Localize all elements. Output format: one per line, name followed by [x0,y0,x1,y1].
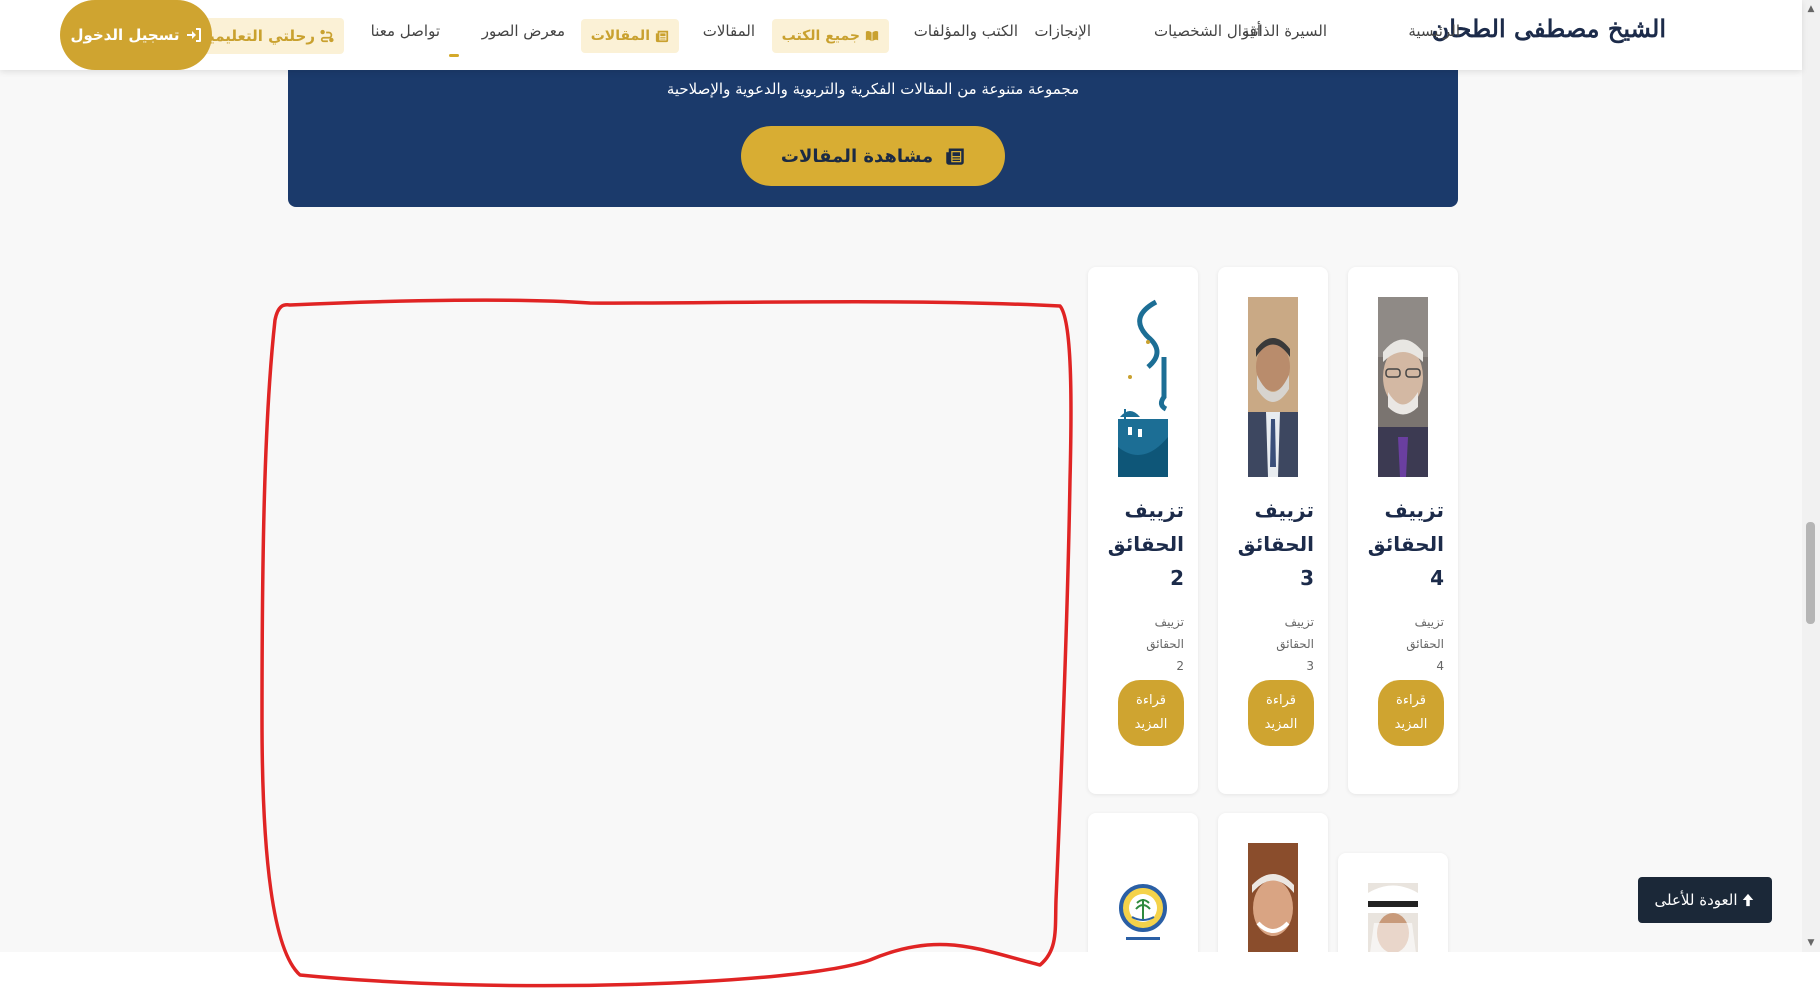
scrollbar-track[interactable] [1802,0,1820,952]
nav-item-achievements[interactable]: الإنجازات [1034,22,1091,40]
read-more-button[interactable]: قراءة المزيد [1248,680,1314,746]
read-more-button[interactable]: قراءة المزيد [1118,680,1184,746]
top-navbar: الشيخ مصطفى الطحان الرئيسية السيرة الذات… [0,0,1802,70]
nav-pill-articles[interactable]: المقالات [580,19,679,53]
scroll-up-arrow-icon[interactable]: ▲ [1804,2,1818,16]
newspaper-icon [655,30,669,43]
article-thumbnail[interactable] [1248,297,1298,477]
article-title[interactable]: تزييف الحقائق 2 [1088,493,1184,595]
read-more-button[interactable]: قراءة المزيد [1378,680,1444,746]
article-thumbnail[interactable] [1118,297,1168,477]
nav-item-books-writings[interactable]: الكتب والمؤلفات [914,22,1018,40]
view-articles-button-label: مشاهدة المقالات [780,145,934,167]
scrollbar-thumb[interactable] [1806,522,1815,624]
arrow-up-icon [1743,893,1754,907]
scroll-down-arrow-icon[interactable]: ▼ [1804,936,1818,950]
article-excerpt: تزييف الحقائق 3 [1276,615,1314,673]
active-nav-indicator [449,54,459,57]
route-icon [320,29,334,43]
article-title[interactable]: تزييف الحقائق 4 [1348,493,1444,595]
open-book-icon [865,31,879,42]
article-excerpt: تزييف الحقائق 2 [1146,615,1184,673]
login-button-label: تسجيل الدخول [70,26,180,44]
article-excerpt: تزييف الحقائق 4 [1406,615,1444,673]
back-to-top-button[interactable]: العودة للأعلى [1638,877,1772,923]
sign-in-icon [186,28,201,42]
nav-pill-articles-label: المقالات [590,28,650,44]
view-articles-button[interactable]: مشاهدة المقالات [741,126,1005,186]
nav-item-gallery[interactable]: معرض الصور [482,22,565,40]
article-card: تزييف الحقائق 2 تزييف الحقائق 2 قراءة ال… [1088,267,1198,794]
site-brand[interactable]: الشيخ مصطفى الطحان [1432,14,1666,43]
newspaper-icon [946,148,964,165]
page-bottom-edge [0,952,1820,995]
back-to-top-label: العودة للأعلى [1654,891,1738,909]
nav-pill-all-books[interactable]: جميع الكتب [771,19,889,53]
hero-subtitle: مجموعة متنوعة من المقالات الفكرية والترب… [666,80,1080,98]
nav-item-quotes[interactable]: أقوال الشخصيات [1154,22,1261,40]
article-card: تزييف الحقائق 3 تزييف الحقائق 3 قراءة ال… [1218,267,1328,794]
article-title[interactable]: تزييف الحقائق 3 [1218,493,1314,595]
login-button[interactable]: تسجيل الدخول [60,0,212,70]
article-card: تزييف الحقائق 4 تزييف الحقائق 4 قراءة ال… [1348,267,1458,794]
nav-pill-learning-journey[interactable]: رحلتي التعليمية [190,18,344,54]
nav-item-contact[interactable]: تواصل معنا [371,22,440,40]
article-thumbnail[interactable] [1378,297,1428,477]
nav-pill-all-books-label: جميع الكتب [781,28,860,44]
nav-item-home[interactable]: الرئيسية [1408,22,1460,40]
nav-item-articles[interactable]: المقالات [703,22,755,40]
articles-hero-banner: مجموعة متنوعة من المقالات الفكرية والترب… [288,60,1458,207]
nav-pill-learning-journey-label: رحلتي التعليمية [200,27,315,45]
